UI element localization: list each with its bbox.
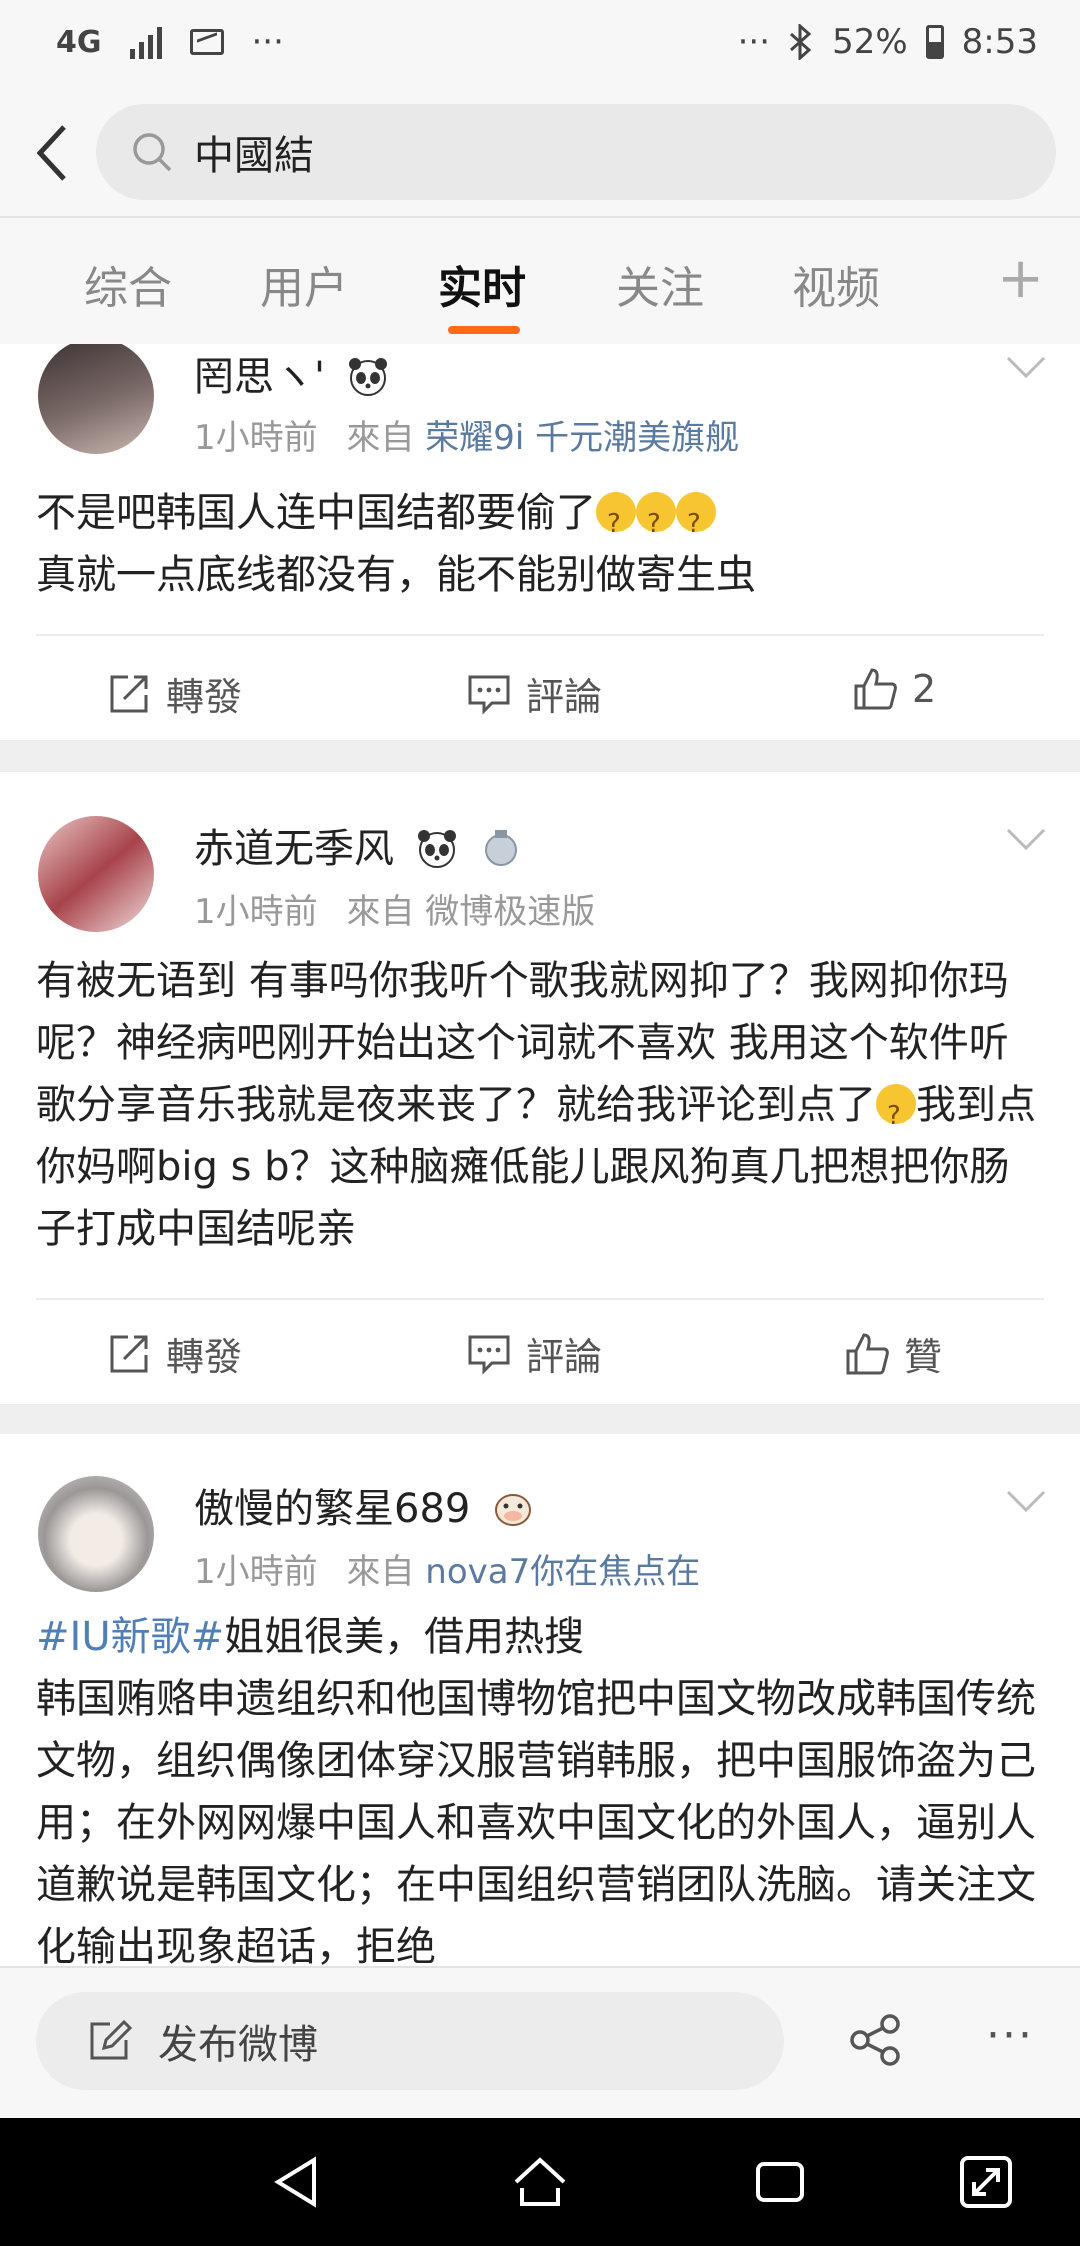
post-username[interactable]: 罔思ヽ' (194, 344, 390, 402)
panda-badge-icon (417, 830, 456, 868)
thumbs-up-icon (846, 1332, 889, 1374)
tab-following[interactable]: 关注 (616, 252, 704, 316)
post-text: #IU新歌#姐姐很美，借用热搜 韩国贿赂申遗组织和他国博物馆把中国文物改成韩国传… (36, 1614, 1036, 1966)
system-nav-bar (0, 2118, 1080, 2246)
confused-emoji-icon (636, 492, 676, 555)
edit-icon (90, 2019, 132, 2060)
comment-button[interactable]: 評論 (466, 666, 602, 721)
post-source[interactable]: 微博极速版 (425, 892, 595, 932)
post-card[interactable]: 罔思ヽ' 1小時前 來自 荣耀9i 千元潮美旗舰 不是吧韩国人连中国结都要偷了 … (0, 344, 1080, 740)
like-button[interactable]: 贊 (844, 1326, 942, 1381)
avatar[interactable] (38, 1476, 154, 1592)
search-query: 中國結 (194, 133, 314, 179)
divider (36, 1298, 1044, 1300)
repost-label: 轉發 (166, 675, 243, 719)
post-actions: 轉發 評論 2 (0, 642, 1080, 742)
repost-button[interactable]: 轉發 (106, 1326, 242, 1381)
post-username-text[interactable]: 罔思ヽ' (194, 354, 325, 400)
home-nav-icon[interactable] (510, 2152, 570, 2212)
compose-label: 发布微博 (158, 2022, 318, 2068)
comment-label: 評論 (526, 675, 603, 719)
thumbs-up-icon (854, 668, 897, 710)
recents-nav-icon[interactable] (750, 2152, 810, 2212)
comment-button[interactable]: 評論 (466, 1326, 602, 1381)
post-meta: 1小時前 來自 荣耀9i 千元潮美旗舰 (194, 410, 739, 459)
tab-comprehensive[interactable]: 综合 (84, 252, 172, 316)
gallery-notification-icon (189, 29, 224, 55)
post-username-text[interactable]: 傲慢的繁星689 (194, 1486, 470, 1532)
like-label: 贊 (904, 1335, 943, 1379)
network-4g-icon: 4G (56, 24, 102, 60)
bottom-bar: 发布微博 ··· (0, 1966, 1080, 2118)
add-tab-button[interactable]: + (997, 246, 1044, 311)
more-button[interactable]: ··· (986, 2010, 1034, 2061)
tab-video[interactable]: 视频 (792, 252, 880, 316)
post-source[interactable]: 荣耀9i 千元潮美旗舰 (425, 418, 739, 458)
battery-icon (925, 25, 944, 59)
back-button[interactable] (22, 118, 82, 188)
feed: 罔思ヽ' 1小時前 來自 荣耀9i 千元潮美旗舰 不是吧韩国人连中国结都要偷了 … (0, 344, 1080, 1966)
post-text: 有被无语到 有事吗你我听个歌我就网抑了？我网抑你玛呢？神经病吧刚开始出这个词就不… (36, 950, 1046, 1260)
more-status-icon: ··· (737, 22, 771, 62)
avatar[interactable] (38, 344, 154, 454)
repost-icon (110, 675, 148, 712)
rotate-nav-icon[interactable] (956, 2152, 1016, 2212)
post-card[interactable]: 赤道无季风 1小時前 來自 微博极速版 有被无语到 有事吗你我听个歌我就网抑了？… (0, 772, 1080, 1404)
comment-icon (468, 1335, 510, 1375)
search-input[interactable]: 中國結 (96, 104, 1056, 200)
post-actions: 轉發 評論 贊 (0, 1302, 1080, 1402)
divider (36, 634, 1044, 636)
post-text-line: 不是吧韩国人连中国结都要偷了 (36, 490, 596, 536)
back-nav-icon[interactable] (270, 2152, 330, 2212)
search-header: 中國結 (0, 92, 1080, 216)
back-arrow-icon (36, 125, 66, 181)
share-icon[interactable] (848, 2012, 904, 2068)
status-bar: 4G ··· ··· 52% 8:53 (0, 0, 1080, 92)
cow-badge-icon (495, 1494, 532, 1526)
post-from-label: 來自 (346, 892, 415, 932)
signal-icon (129, 25, 162, 59)
comment-icon (468, 675, 510, 715)
repost-icon (110, 1335, 148, 1372)
like-button[interactable]: 2 (852, 666, 936, 712)
confused-emoji-icon (676, 492, 716, 555)
tab-users[interactable]: 用户 (260, 252, 348, 316)
repost-label: 轉發 (166, 1335, 243, 1379)
chevron-down-icon[interactable] (1004, 824, 1048, 854)
tab-bar: 综合 用户 实时 关注 视频 + (0, 216, 1080, 344)
repost-button[interactable]: 轉發 (106, 666, 242, 721)
confused-emoji-icon (596, 492, 636, 555)
post-meta: 1小時前 來自 nova7你在焦点在 (194, 1544, 700, 1593)
post-card[interactable]: 傲慢的繁星689 1小時前 來自 nova7你在焦点在 #IU新歌#姐姐很美，借… (0, 1434, 1080, 1966)
tab-realtime[interactable]: 实时 (438, 252, 526, 316)
chevron-down-icon[interactable] (1004, 352, 1048, 382)
clock: 8:53 (961, 22, 1038, 62)
battery-percent: 52% (832, 22, 908, 62)
post-time: 1小時前 (194, 892, 318, 932)
post-text: 不是吧韩国人连中国结都要偷了 真就一点底线都没有，能不能别做寄生虫 (36, 482, 1046, 606)
confused-emoji-icon (876, 1084, 916, 1147)
more-notifications-icon: ··· (251, 22, 284, 62)
post-from-label: 來自 (346, 418, 415, 458)
search-icon (133, 133, 172, 172)
bluetooth-icon (790, 24, 812, 60)
comment-label: 評論 (526, 1335, 603, 1379)
post-from-label: 來自 (346, 1552, 415, 1592)
chevron-down-icon[interactable] (1004, 1486, 1048, 1516)
active-tab-indicator (448, 326, 520, 334)
like-count: 2 (912, 667, 937, 711)
post-meta: 1小時前 來自 微博极速版 (194, 884, 595, 933)
compose-button[interactable]: 发布微博 (36, 1992, 784, 2090)
medal-badge-icon (485, 830, 518, 866)
post-username[interactable]: 傲慢的繁星689 (194, 1476, 535, 1534)
post-username[interactable]: 赤道无季风 (194, 816, 523, 874)
hashtag-link[interactable]: #IU新歌# (36, 1614, 224, 1660)
panda-badge-icon (348, 358, 387, 396)
avatar[interactable] (38, 816, 154, 932)
post-time: 1小時前 (194, 1552, 318, 1592)
post-username-text[interactable]: 赤道无季风 (194, 826, 394, 872)
post-time: 1小時前 (194, 418, 318, 458)
post-source[interactable]: nova7你在焦点在 (425, 1552, 700, 1592)
post-text-line: 真就一点底线都没有，能不能别做寄生虫 (36, 552, 756, 598)
